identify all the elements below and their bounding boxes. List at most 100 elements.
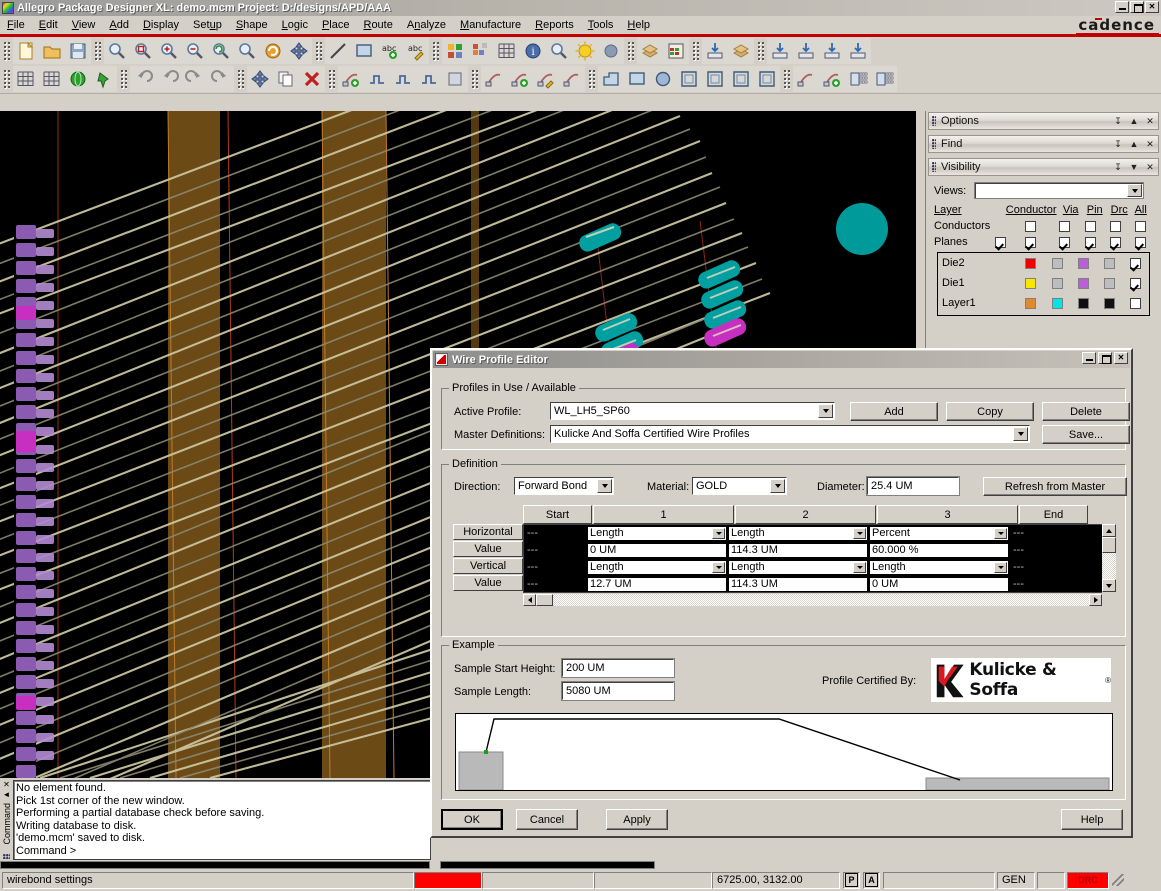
material-select[interactable]: GOLD: [692, 477, 787, 495]
menu-item-logic[interactable]: Logic: [275, 18, 315, 32]
toolbar-drag-handle[interactable]: [3, 41, 10, 61]
visibility-checkbox[interactable]: [1084, 220, 1096, 232]
custom-smooth-icon[interactable]: [390, 67, 416, 91]
layer-color-swatch[interactable]: [1025, 257, 1037, 269]
wirebond-select-icon[interactable]: [481, 67, 507, 91]
dialog-maximize-button[interactable]: [1098, 352, 1112, 364]
route-spread-icon[interactable]: [442, 67, 468, 91]
collapse-icon[interactable]: ▲: [1129, 137, 1139, 151]
layer-color-swatch[interactable]: [1025, 297, 1037, 309]
scroll-right-button[interactable]: [1089, 593, 1102, 606]
menu-item-shape[interactable]: Shape: [229, 18, 275, 32]
console-close-icon[interactable]: ✕: [3, 781, 10, 789]
status-info-icon[interactable]: i: [520, 39, 546, 63]
menu-item-analyze[interactable]: Analyze: [400, 18, 453, 32]
chevron-down-icon[interactable]: [712, 527, 725, 539]
visibility-checkbox[interactable]: [1134, 236, 1146, 248]
scroll-up-button[interactable]: [1102, 524, 1116, 537]
menu-item-display[interactable]: Display: [136, 18, 186, 32]
toolbar-drag-handle[interactable]: [432, 41, 439, 61]
visibility-checkbox[interactable]: [1025, 236, 1037, 248]
collapse-icon[interactable]: ▼: [1129, 160, 1139, 174]
delete-icon[interactable]: [299, 67, 325, 91]
panel-find-header[interactable]: Find ↧ ▲ ✕: [928, 135, 1159, 153]
toolbar-drag-handle[interactable]: [783, 69, 790, 89]
constraint-manager-icon[interactable]: [663, 39, 689, 63]
table-row-header[interactable]: Value: [453, 575, 523, 591]
diameter-input[interactable]: 25.4 UM: [866, 476, 960, 496]
layer-row[interactable]: Die1: [938, 273, 1149, 293]
zoom-previous-icon[interactable]: [208, 39, 234, 63]
table-column-header[interactable]: 2: [735, 505, 876, 524]
visibility-checkbox[interactable]: [1109, 220, 1121, 232]
maximize-button[interactable]: [1130, 1, 1144, 13]
chevron-down-icon[interactable]: [853, 527, 866, 539]
layer-row[interactable]: Die2: [938, 253, 1149, 273]
add-line-icon[interactable]: [325, 39, 351, 63]
table-row-header[interactable]: Value: [453, 541, 523, 557]
console-horizontal-scrollbar[interactable]: [440, 861, 655, 869]
add-rect-icon[interactable]: [351, 39, 377, 63]
menu-item-view[interactable]: View: [65, 18, 103, 32]
ok-button[interactable]: OK: [441, 809, 503, 830]
table-cell-select[interactable]: Length: [587, 525, 727, 541]
wirebond-add-icon[interactable]: [507, 67, 533, 91]
close-icon[interactable]: ✕: [1145, 114, 1155, 128]
copy-button[interactable]: Copy: [946, 402, 1034, 421]
status-mode-a[interactable]: A: [863, 871, 880, 889]
table-column-header[interactable]: Start: [523, 505, 592, 524]
chevron-down-icon[interactable]: [994, 527, 1007, 539]
ball-array-add-icon[interactable]: [871, 67, 897, 91]
toolbar-drag-handle[interactable]: [692, 41, 699, 61]
scroll-down-button[interactable]: [1102, 579, 1116, 592]
menu-item-help[interactable]: Help: [620, 18, 657, 32]
collapse-icon[interactable]: ▲: [1129, 114, 1139, 128]
table-cell-select[interactable]: Length: [587, 559, 727, 575]
layer-color-swatch[interactable]: [1025, 277, 1037, 289]
new-file-icon[interactable]: [13, 39, 39, 63]
zoom-world-icon[interactable]: [234, 39, 260, 63]
visibility-checkbox[interactable]: [1059, 220, 1071, 232]
chevron-down-icon[interactable]: [853, 561, 866, 573]
toolbar-drag-handle[interactable]: [627, 41, 634, 61]
layer-color-swatch[interactable]: [1104, 297, 1116, 309]
status-mode-p[interactable]: P: [843, 871, 860, 889]
layer-visible-checkbox[interactable]: [1130, 297, 1142, 309]
help-button[interactable]: Help: [1061, 809, 1123, 830]
status-drc-badge[interactable]: DRC: [1067, 871, 1109, 889]
shape-nest-icon[interactable]: [702, 67, 728, 91]
toolbar-drag-handle[interactable]: [315, 41, 322, 61]
toolbar-drag-handle[interactable]: [237, 69, 244, 89]
add-connect-icon[interactable]: [338, 67, 364, 91]
dialog-title-bar[interactable]: Wire Profile Editor ✕: [433, 351, 1130, 368]
chevron-down-icon[interactable]: [770, 479, 785, 493]
chevron-down-icon[interactable]: [994, 561, 1007, 573]
export-logic-icon[interactable]: [793, 39, 819, 63]
export-die-icon[interactable]: [845, 39, 871, 63]
undo-icon[interactable]: [130, 67, 156, 91]
table-vertical-scrollbar[interactable]: [1102, 524, 1116, 593]
drag-handle-icon[interactable]: [932, 139, 936, 149]
chevron-down-icon[interactable]: [1127, 184, 1142, 197]
visibility-column-layer[interactable]: Layer: [934, 204, 1006, 216]
visibility-checkbox[interactable]: [1084, 236, 1096, 248]
table-cell-input[interactable]: 114.3 UM: [728, 576, 868, 592]
scroll-track-h[interactable]: [553, 593, 1089, 606]
visibility-column-pin[interactable]: Pin: [1087, 204, 1111, 216]
zoom-by-points-icon[interactable]: [104, 39, 130, 63]
layer-color-swatch[interactable]: [1051, 297, 1063, 309]
toolbar-drag-handle[interactable]: [757, 41, 764, 61]
pin-icon[interactable]: ↧: [1113, 160, 1123, 174]
chevron-down-icon[interactable]: [597, 479, 612, 493]
dialog-close-button[interactable]: ✕: [1114, 352, 1128, 364]
table-column-header[interactable]: 3: [877, 505, 1018, 524]
table-cell-input[interactable]: 114.3 UM: [728, 542, 868, 558]
menu-item-route[interactable]: Route: [356, 18, 399, 32]
shape-void-icon[interactable]: [728, 67, 754, 91]
delay-tune-icon[interactable]: [416, 67, 442, 91]
shape-boundary-icon[interactable]: [676, 67, 702, 91]
zoom-out-icon[interactable]: [182, 39, 208, 63]
views-select[interactable]: [974, 182, 1144, 199]
add-button[interactable]: Add: [850, 402, 938, 421]
table-cell-select[interactable]: Length: [869, 559, 1009, 575]
